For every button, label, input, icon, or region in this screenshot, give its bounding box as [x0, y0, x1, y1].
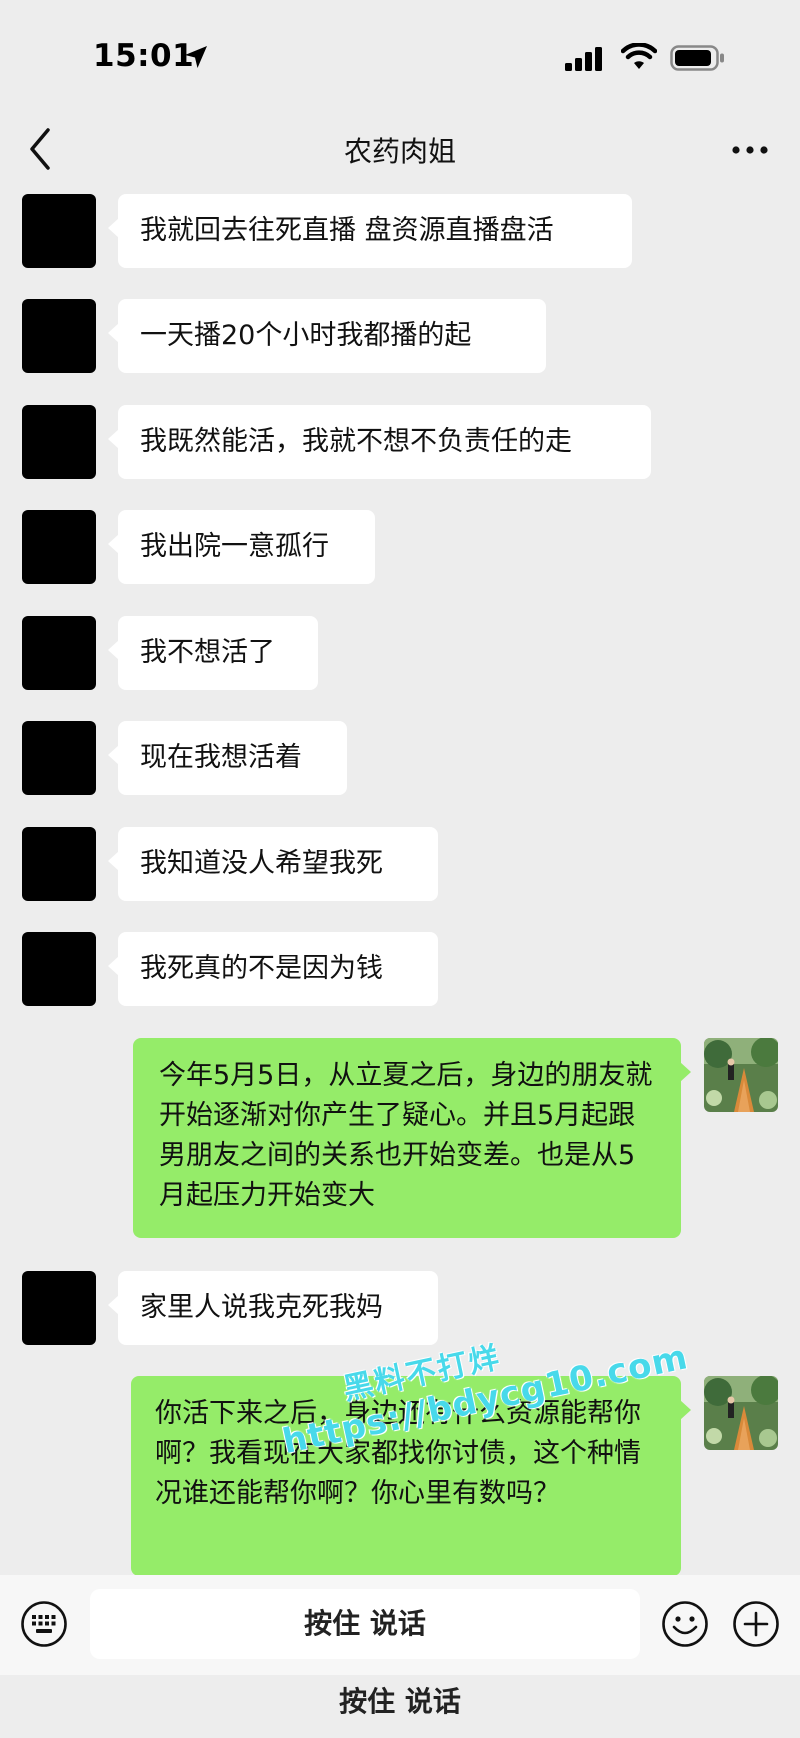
contact-avatar[interactable] — [22, 616, 96, 690]
chat-title: 农药肉姐 — [343, 135, 456, 168]
contact-avatar[interactable] — [22, 405, 96, 479]
battery-icon — [670, 45, 724, 71]
incoming-message[interactable]: 我不想活了 — [108, 616, 318, 690]
incoming-message[interactable]: 我死真的不是因为钱 — [108, 932, 438, 1006]
hold-to-talk-caption: 按住 说话 — [339, 1685, 461, 1718]
incoming-message[interactable]: 一天播20个小时我都播的起 — [108, 299, 546, 373]
incoming-message[interactable]: 我既然能活，我就不想不负责任的走 — [108, 405, 651, 479]
outgoing-message[interactable]: 今年5月5日，从立夏之后，身边的朋友就开始逐渐对你产生了疑心。并且5月起跟男朋友… — [133, 1038, 691, 1238]
emoji-icon[interactable] — [661, 1600, 709, 1648]
location-arrow-icon — [185, 46, 207, 68]
contact-avatar[interactable] — [22, 1271, 96, 1345]
status-bar: 15:01 — [0, 0, 800, 110]
incoming-message[interactable]: 我知道没人希望我死 — [108, 827, 438, 901]
contact-avatar[interactable] — [22, 932, 96, 1006]
plus-icon[interactable] — [732, 1600, 780, 1648]
contact-avatar[interactable] — [22, 510, 96, 584]
incoming-message[interactable]: 现在我想活着 — [108, 721, 347, 795]
incoming-message[interactable]: 家里人说我克死我妈 — [108, 1271, 438, 1345]
hold-to-talk-button[interactable]: 按住 说话 — [90, 1589, 640, 1659]
more-dots-icon[interactable] — [728, 132, 772, 168]
my-avatar[interactable] — [704, 1376, 778, 1450]
keyboard-icon[interactable] — [20, 1600, 68, 1648]
contact-avatar[interactable] — [22, 194, 96, 268]
input-bar: 按住 说话 — [0, 1575, 800, 1675]
cellular-signal-icon — [565, 47, 602, 71]
my-avatar[interactable] — [704, 1038, 778, 1112]
incoming-message[interactable]: 我出院一意孤行 — [108, 510, 375, 584]
outgoing-message[interactable]: 你活下来之后，身边还有什么资源能帮你啊？我看现在大家都找你讨债，这个种情况谁还能… — [131, 1376, 691, 1576]
contact-avatar[interactable] — [22, 299, 96, 373]
avatar-photo-image — [704, 1376, 778, 1450]
incoming-message[interactable]: 我就回去往死直播 盘资源直播盘活 — [108, 194, 632, 268]
status-time: 15:01 — [93, 38, 195, 74]
avatar-photo-image — [704, 1038, 778, 1112]
chat-screen: 15:01 农药肉姐 我就回去往死直播 盘资源直播盘活 一天播20个小时我都播的… — [0, 0, 800, 1738]
nav-bar: 农药肉姐 — [0, 110, 800, 190]
wifi-icon — [621, 43, 657, 69]
contact-avatar[interactable] — [22, 827, 96, 901]
contact-avatar[interactable] — [22, 721, 96, 795]
